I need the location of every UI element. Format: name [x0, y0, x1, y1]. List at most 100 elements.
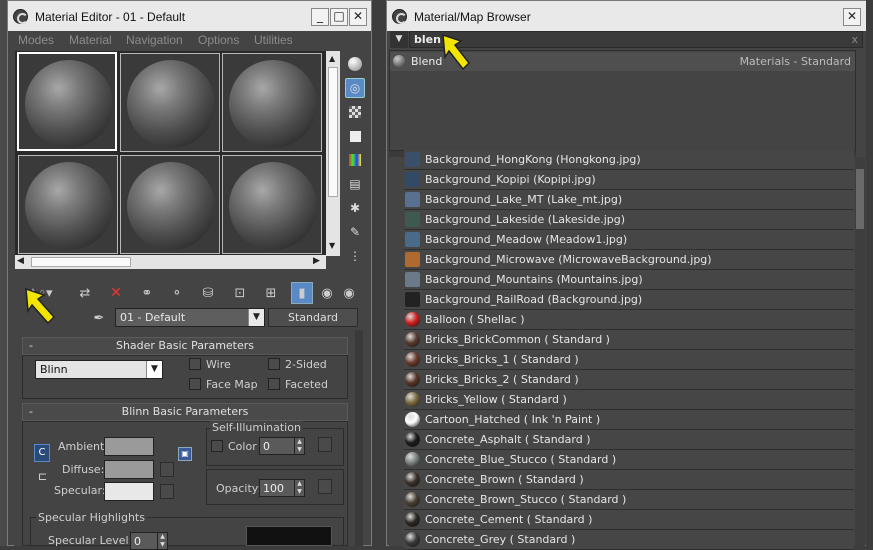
shader-basic-parameters-rollout[interactable]: - Shader Basic Parameters: [22, 337, 348, 355]
library-item[interactable]: Concrete_Cement ( Standard ): [404, 510, 854, 530]
hscroll-thumb[interactable]: [31, 257, 131, 267]
sample-slot-3[interactable]: [222, 53, 322, 152]
library-item[interactable]: Background_Meadow (Meadow1.jpg): [404, 230, 854, 250]
library-item[interactable]: Background_Lakeside (Lakeside.jpg): [404, 210, 854, 230]
browser-options-button[interactable]: ▼: [390, 31, 408, 48]
wire-label: Wire: [206, 358, 231, 371]
spinner-arrows-icon[interactable]: ▲ ▼: [294, 438, 304, 454]
faceted-checkbox[interactable]: [268, 378, 280, 390]
browser-titlebar[interactable]: Material/Map Browser ✕: [387, 1, 866, 31]
scroll-thumb[interactable]: [856, 169, 864, 229]
video-color-check-icon[interactable]: [345, 150, 365, 170]
library-item[interactable]: Concrete_Blue_Stucco ( Standard ): [404, 450, 854, 470]
library-item[interactable]: Concrete_Brown_Stucco ( Standard ): [404, 490, 854, 510]
wire-checkbox[interactable]: [189, 358, 201, 370]
make-copy-icon[interactable]: ⚭: [136, 282, 158, 304]
spinner-arrows-icon[interactable]: ▲ ▼: [157, 533, 167, 549]
library-item[interactable]: Concrete_Asphalt ( Standard ): [404, 430, 854, 450]
library-item[interactable]: Bricks_Bricks_1 ( Standard ): [404, 350, 854, 370]
scroll-right-icon[interactable]: ▶: [313, 256, 320, 266]
library-item[interactable]: Background_HongKong (Hongkong.jpg): [404, 150, 854, 170]
lock-diffuse-specular-icon[interactable]: ⊏: [38, 470, 50, 486]
material-name-field[interactable]: 01 - Default ▼: [115, 308, 265, 327]
menu-options[interactable]: Options: [198, 33, 239, 47]
library-item[interactable]: Bricks_Yellow ( Standard ): [404, 390, 854, 410]
library-item[interactable]: Bricks_BrickCommon ( Standard ): [404, 330, 854, 350]
show-map-icon[interactable]: ⊞: [260, 282, 282, 304]
search-input[interactable]: blen x: [409, 31, 863, 48]
scroll-down-icon[interactable]: ▼: [329, 241, 335, 250]
menu-modes[interactable]: Modes: [18, 33, 54, 47]
scroll-up-icon[interactable]: ▲: [329, 54, 335, 63]
sample-slot-1[interactable]: [17, 52, 117, 151]
scroll-left-icon[interactable]: ◀: [17, 256, 24, 266]
scroll-thumb[interactable]: [328, 67, 338, 197]
rollout-scrollbar[interactable]: [355, 330, 363, 546]
specular-color-swatch[interactable]: [104, 482, 154, 501]
options-icon[interactable]: ✱: [345, 198, 365, 218]
eyedropper-icon[interactable]: ✒: [88, 307, 110, 329]
library-item[interactable]: Balloon ( Shellac ): [404, 310, 854, 330]
put-to-scene-icon[interactable]: ⇄: [74, 282, 96, 304]
library-item[interactable]: Concrete_Brown ( Standard ): [404, 470, 854, 490]
material-id-channel-icon[interactable]: ⊡: [229, 282, 251, 304]
sample-slot-4[interactable]: [18, 155, 118, 254]
lock-icon[interactable]: ▣: [178, 447, 192, 461]
chevron-down-icon[interactable]: ▼: [146, 361, 162, 378]
library-item[interactable]: Background_Mountains (Mountains.jpg): [404, 270, 854, 290]
select-by-material-icon[interactable]: ✎: [345, 222, 365, 242]
backlight-icon[interactable]: ◎: [345, 78, 365, 98]
sample-uv-tiling-icon[interactable]: [345, 126, 365, 146]
self-illum-spinner[interactable]: 0 ▲ ▼: [259, 437, 305, 455]
library-item[interactable]: Cartoon_Hatched ( Ink 'n Paint ): [404, 410, 854, 430]
material-editor-titlebar[interactable]: Material Editor - 01 - Default _ □ ✕: [8, 1, 371, 31]
menu-material[interactable]: Material: [69, 33, 112, 47]
ambient-color-swatch[interactable]: [104, 437, 154, 456]
chevron-down-icon[interactable]: ▼: [248, 309, 264, 326]
library-item[interactable]: Background_RailRoad (Background.jpg): [404, 290, 854, 310]
specular-map-button[interactable]: [160, 484, 174, 499]
library-scrollbar[interactable]: [855, 157, 865, 546]
close-button[interactable]: ✕: [349, 8, 367, 26]
blinn-basic-parameters-rollout[interactable]: - Blinn Basic Parameters: [22, 403, 348, 421]
search-clear-icon[interactable]: x: [851, 33, 858, 46]
face-map-checkbox[interactable]: [189, 378, 201, 390]
diffuse-color-swatch[interactable]: [104, 460, 154, 479]
self-illum-map-button[interactable]: [318, 437, 332, 452]
shader-dropdown[interactable]: Blinn ▼: [35, 360, 163, 379]
show-end-result-icon[interactable]: ▮: [291, 282, 313, 304]
put-to-library-icon[interactable]: ⛁: [197, 282, 219, 304]
material-type-button[interactable]: Standard: [268, 308, 358, 327]
material-map-navigator-icon[interactable]: ⋮: [345, 246, 365, 266]
go-to-parent-icon[interactable]: ◉: [316, 282, 338, 304]
library-item[interactable]: Concrete_Grey ( Standard ): [404, 530, 854, 550]
self-illum-color-checkbox[interactable]: [211, 440, 223, 452]
background-checker-icon[interactable]: [345, 102, 365, 122]
slots-horizontal-scrollbar[interactable]: ◀ ▶: [15, 255, 326, 269]
library-item[interactable]: Background_Microwave (MicrowaveBackgroun…: [404, 250, 854, 270]
go-forward-sibling-icon[interactable]: ◉: [338, 282, 360, 304]
delete-icon[interactable]: ✕: [105, 282, 127, 304]
sample-type-icon[interactable]: [345, 54, 365, 74]
library-item[interactable]: Background_Lake_MT (Lake_mt.jpg): [404, 190, 854, 210]
library-item[interactable]: Bricks_Bricks_2 ( Standard ): [404, 370, 854, 390]
library-item[interactable]: Background_Kopipi (Kopipi.jpg): [404, 170, 854, 190]
opacity-map-button[interactable]: [318, 479, 332, 494]
minimize-button[interactable]: _: [311, 8, 329, 26]
diffuse-map-button[interactable]: [160, 462, 174, 477]
maximize-button[interactable]: □: [330, 8, 348, 26]
specular-level-spinner[interactable]: 0 ▲ ▼: [130, 532, 168, 550]
make-preview-icon[interactable]: ▤: [345, 174, 365, 194]
opacity-spinner[interactable]: 100 ▲ ▼: [259, 479, 305, 497]
spinner-arrows-icon[interactable]: ▲ ▼: [294, 480, 304, 496]
slots-vertical-scrollbar[interactable]: ▲ ▼: [326, 51, 340, 256]
sample-slot-6[interactable]: [222, 155, 322, 254]
menu-navigation[interactable]: Navigation: [126, 33, 183, 47]
sample-slot-2[interactable]: [120, 53, 220, 152]
two-sided-checkbox[interactable]: [268, 358, 280, 370]
sample-slot-5[interactable]: [120, 155, 220, 254]
menu-utilities[interactable]: Utilities: [254, 33, 293, 47]
browser-close-button[interactable]: ✕: [843, 8, 861, 26]
lock-ambient-diffuse-icon[interactable]: C: [34, 444, 50, 462]
make-unique-icon[interactable]: ⚬: [166, 282, 188, 304]
